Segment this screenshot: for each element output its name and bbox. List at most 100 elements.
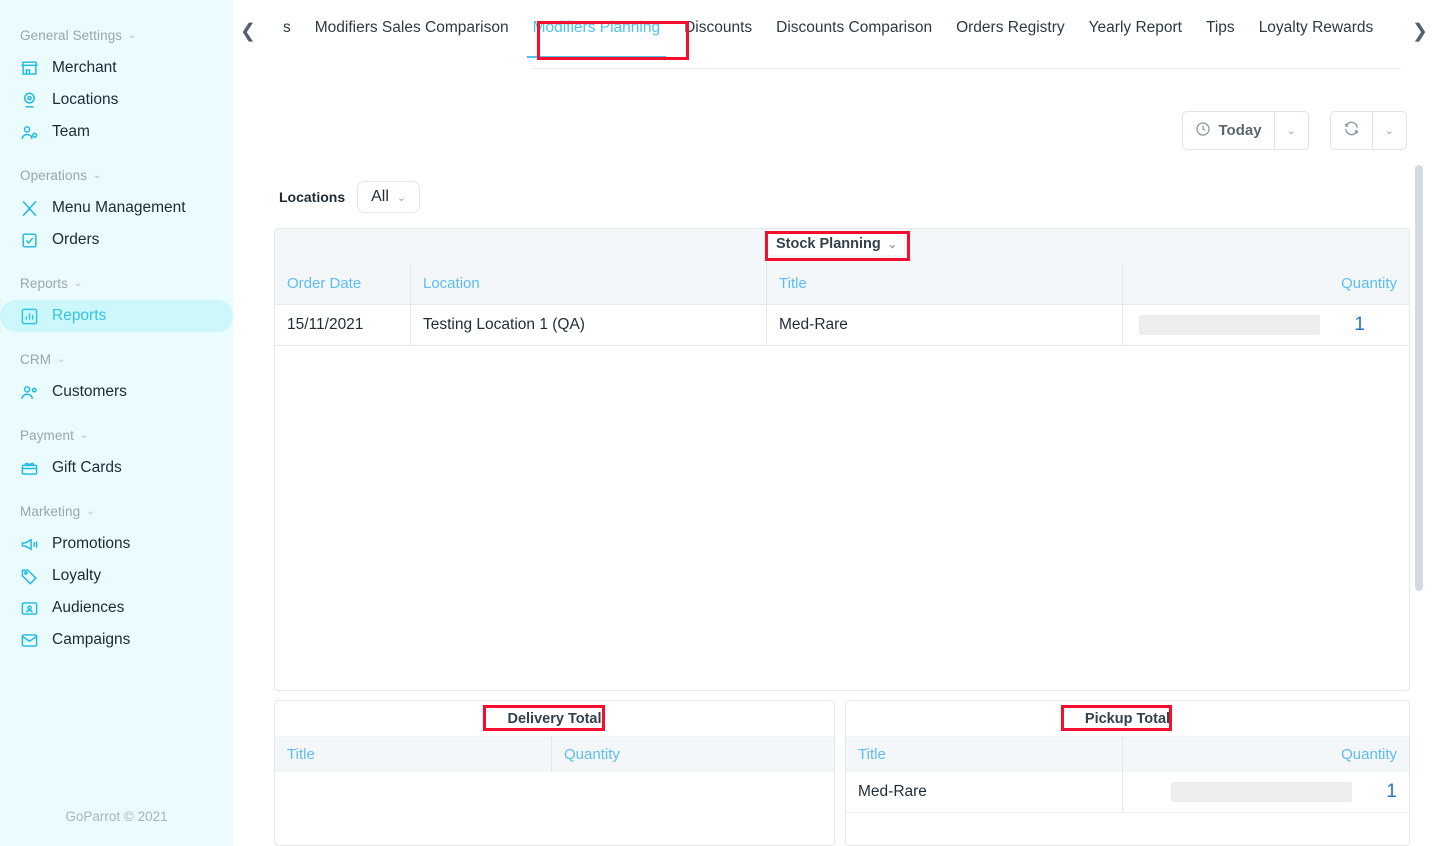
pickup-total-card: Pickup Total Title Quantity Med-Rare 1 xyxy=(845,700,1410,846)
column-header-quantity[interactable]: Quantity xyxy=(551,737,834,772)
column-header-title[interactable]: Title xyxy=(846,737,1122,772)
tag-icon xyxy=(20,567,39,586)
pickup-total-header-row: Title Quantity xyxy=(846,736,1409,772)
refresh-dropdown-button[interactable]: ⌄ xyxy=(1372,111,1407,150)
nav-group-label: General Settings xyxy=(20,28,123,43)
sidebar-item-audiences[interactable]: Audiences xyxy=(0,592,233,624)
table-row[interactable]: 15/11/2021 Testing Location 1 (QA) Med-R… xyxy=(275,305,1409,346)
chevron-left-icon[interactable]: ❮ xyxy=(233,0,263,56)
quantity-bar xyxy=(1171,782,1353,802)
sidebar-item-orders[interactable]: Orders xyxy=(0,224,233,256)
tabs-list: s Modifiers Sales Comparison Modifiers P… xyxy=(271,0,1441,58)
tab-discounts[interactable]: Discounts xyxy=(672,0,764,56)
audience-icon xyxy=(20,599,39,618)
chevron-down-icon: ⌄ xyxy=(396,191,407,204)
tab-discounts-comparison[interactable]: Discounts Comparison xyxy=(764,0,944,56)
chevron-right-icon[interactable]: ❯ xyxy=(1405,0,1435,56)
column-header-title[interactable]: Title xyxy=(766,263,1122,304)
quantity-value: 1 xyxy=(1386,781,1397,802)
stock-planning-header-row: Order Date Location Title Quantity xyxy=(275,263,1409,305)
date-range-label: Today xyxy=(1218,122,1262,139)
nav-group-reports: Reports ⌄ Reports xyxy=(0,276,233,332)
report-toolbar: Today ⌄ ⌄ xyxy=(1181,111,1407,150)
quantity-value: 1 xyxy=(1354,314,1365,335)
column-header-quantity[interactable]: Quantity xyxy=(1122,737,1409,772)
chevron-down-icon: ⌄ xyxy=(79,429,89,441)
tab-orders-registry[interactable]: Orders Registry xyxy=(944,0,1077,56)
tab-loyalty-rewards[interactable]: Loyalty Rewards xyxy=(1247,0,1386,56)
delivery-total-header-row: Title Quantity xyxy=(275,736,834,772)
tab-yearly-report[interactable]: Yearly Report xyxy=(1077,0,1194,56)
sidebar-item-label: Locations xyxy=(52,91,119,108)
chevron-down-icon: ⌄ xyxy=(86,505,95,517)
nav-group-title-reports[interactable]: Reports ⌄ xyxy=(0,276,233,291)
refresh-button[interactable] xyxy=(1329,111,1373,150)
sidebar-item-label: Gift Cards xyxy=(52,459,122,476)
column-header-location[interactable]: Location xyxy=(410,263,766,304)
bar-chart-icon xyxy=(20,307,39,326)
sidebar-item-locations[interactable]: Locations xyxy=(0,84,233,116)
locations-filter-value: All xyxy=(371,188,389,205)
cell-title: Med-Rare xyxy=(858,783,927,800)
sidebar-item-label: Audiences xyxy=(52,599,125,616)
sidebar-item-team[interactable]: Team xyxy=(0,116,233,148)
filter-bar: Locations All ⌄ xyxy=(279,181,421,213)
tab-modifiers-sales-comparison[interactable]: Modifiers Sales Comparison xyxy=(303,0,521,56)
nav-group-title-marketing[interactable]: Marketing ⌄ xyxy=(0,504,233,519)
customers-icon xyxy=(20,383,39,402)
chevron-down-icon: ⌄ xyxy=(887,238,897,251)
date-range-dropdown-button[interactable]: ⌄ xyxy=(1274,111,1309,150)
delivery-total-band: Delivery Total xyxy=(275,701,834,736)
sidebar-item-loyalty[interactable]: Loyalty xyxy=(0,560,233,592)
cell-order-date: 15/11/2021 xyxy=(287,316,364,333)
nav-group-title-crm[interactable]: CRM ⌄ xyxy=(0,352,233,367)
nav-group-operations: Operations ⌄ Menu Management Orders xyxy=(0,168,233,256)
column-header-order-date[interactable]: Order Date xyxy=(275,263,410,304)
chevron-down-icon: ⌄ xyxy=(57,353,66,365)
tab-modifiers-planning[interactable]: Modifiers Planning xyxy=(521,0,673,58)
nav-group-label: Payment xyxy=(20,428,74,443)
sidebar-item-label: Team xyxy=(52,123,90,140)
locations-filter-label: Locations xyxy=(279,189,346,205)
main-content: ❮ s Modifiers Sales Comparison Modifiers… xyxy=(233,0,1441,846)
column-header-title[interactable]: Title xyxy=(275,737,551,772)
megaphone-icon xyxy=(20,535,39,554)
sidebar-item-campaigns[interactable]: Campaigns xyxy=(0,624,233,656)
cell-title: Med-Rare xyxy=(766,305,1122,345)
date-range-button[interactable]: Today xyxy=(1181,111,1275,150)
sidebar-item-label: Orders xyxy=(52,231,100,248)
locations-filter-select[interactable]: All ⌄ xyxy=(357,181,421,213)
refresh-icon xyxy=(1343,120,1360,141)
sidebar-item-label: Loyalty xyxy=(52,567,102,584)
sidebar-item-gift-cards[interactable]: Gift Cards xyxy=(0,452,233,484)
stock-planning-group-header[interactable]: Stock Planning ⌄ xyxy=(767,233,904,255)
clock-icon xyxy=(1195,121,1211,141)
nav-group-title-operations[interactable]: Operations ⌄ xyxy=(0,168,233,183)
delivery-total-title: Delivery Total xyxy=(499,708,610,729)
tab-truncated[interactable]: s xyxy=(271,0,303,56)
cutlery-icon xyxy=(20,199,39,218)
gift-card-icon xyxy=(20,459,39,478)
sidebar-item-label: Promotions xyxy=(52,535,131,552)
vertical-scrollbar-thumb[interactable] xyxy=(1415,165,1423,591)
nav-group-title-general-settings[interactable]: General Settings ⌄ xyxy=(0,28,233,43)
sidebar-item-promotions[interactable]: Promotions xyxy=(0,528,233,560)
team-icon xyxy=(20,123,39,142)
sidebar-item-label: Merchant xyxy=(52,59,117,76)
tab-tips[interactable]: Tips xyxy=(1194,0,1247,56)
sidebar-item-customers[interactable]: Customers xyxy=(0,376,233,408)
chevron-down-icon: ⌄ xyxy=(128,29,137,41)
sidebar-item-menu-management[interactable]: Menu Management xyxy=(0,192,233,224)
nav-group-title-payment[interactable]: Payment ⌄ xyxy=(0,428,233,443)
table-row[interactable]: Med-Rare 1 xyxy=(846,772,1409,813)
column-header-quantity[interactable]: Quantity xyxy=(1122,263,1409,304)
sidebar-item-reports[interactable]: Reports xyxy=(0,300,233,332)
chevron-down-icon: ⌄ xyxy=(93,169,102,181)
envelope-icon xyxy=(20,631,39,650)
sidebar-item-label: Campaigns xyxy=(52,631,131,648)
cell-location: Testing Location 1 (QA) xyxy=(410,305,766,345)
map-pin-icon xyxy=(20,91,39,110)
nav-group-crm: CRM ⌄ Customers xyxy=(0,352,233,408)
sidebar-item-merchant[interactable]: Merchant xyxy=(0,52,233,84)
chevron-down-icon: ⌄ xyxy=(1384,125,1394,137)
